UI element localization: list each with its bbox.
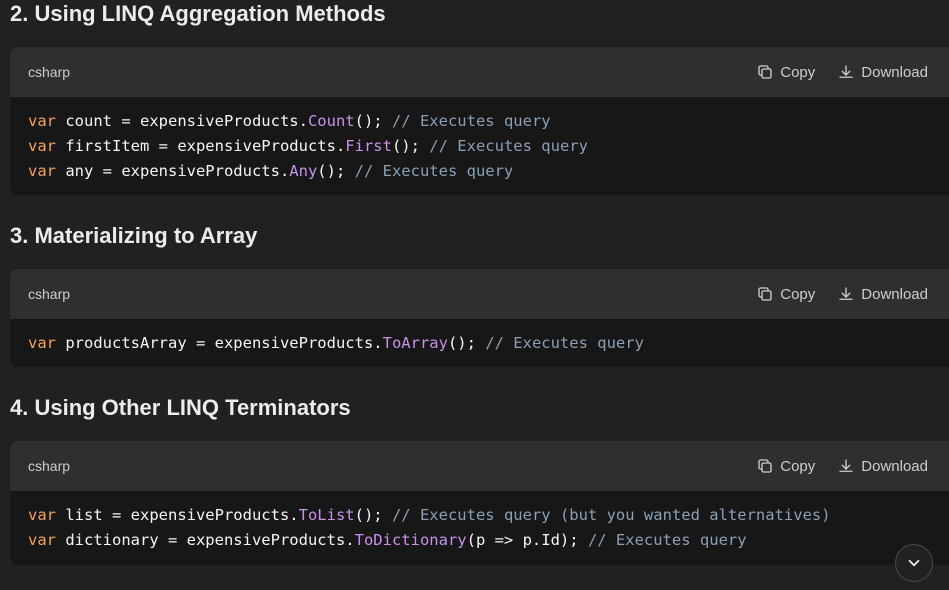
code-block: csharp Copy Download var count = expensi…: [10, 47, 949, 195]
code-line: var list = expensiveProducts.ToList(); /…: [28, 506, 831, 524]
copy-icon: [758, 287, 772, 301]
copy-icon: [758, 459, 772, 473]
code-actions: Copy Download: [756, 63, 928, 81]
section-heading: 2. Using LINQ Aggregation Methods: [10, 1, 386, 26]
language-label: csharp: [28, 64, 71, 80]
code-actions: Copy Download: [756, 457, 928, 475]
copy-button[interactable]: Copy: [756, 457, 815, 475]
download-icon: [839, 459, 853, 472]
download-label: Download: [861, 63, 928, 81]
language-label: csharp: [28, 458, 71, 474]
download-button[interactable]: Download: [837, 63, 928, 81]
section-heading: 3. Materializing to Array: [10, 223, 258, 248]
copy-icon: [758, 65, 772, 79]
copy-button[interactable]: Copy: [756, 63, 815, 81]
download-label: Download: [861, 285, 928, 303]
scroll-to-bottom-button[interactable]: [895, 544, 933, 582]
download-icon: [839, 287, 853, 300]
copy-button[interactable]: Copy: [756, 285, 815, 303]
code-block: csharp Copy Download var list = expensiv…: [10, 441, 949, 565]
code-line: var any = expensiveProducts.Any(); // Ex…: [28, 162, 514, 180]
code-block-header: csharp Copy Download: [10, 441, 949, 491]
code-line: var count = expensiveProducts.Count(); /…: [28, 112, 551, 130]
code-line: var dictionary = expensiveProducts.ToDic…: [28, 531, 747, 549]
code-body: var list = expensiveProducts.ToList(); /…: [10, 491, 949, 565]
code-line: var firstItem = expensiveProducts.First(…: [28, 137, 588, 155]
download-icon: [839, 65, 853, 78]
code-line: var productsArray = expensiveProducts.To…: [28, 334, 644, 352]
download-button[interactable]: Download: [837, 457, 928, 475]
code-body: var productsArray = expensiveProducts.To…: [10, 319, 949, 367]
code-block: csharp Copy Download var productsArray =…: [10, 269, 949, 367]
download-button[interactable]: Download: [837, 285, 928, 303]
language-label: csharp: [28, 286, 71, 302]
section-heading: 4. Using Other LINQ Terminators: [10, 395, 351, 420]
code-body: var count = expensiveProducts.Count(); /…: [10, 97, 949, 195]
code-block-header: csharp Copy Download: [10, 269, 949, 319]
copy-label: Copy: [780, 457, 816, 475]
download-label: Download: [861, 457, 928, 475]
copy-label: Copy: [780, 63, 816, 81]
copy-label: Copy: [780, 285, 816, 303]
chevron-down-icon: [908, 559, 920, 567]
code-block-header: csharp Copy Download: [10, 47, 949, 97]
code-actions: Copy Download: [756, 285, 928, 303]
